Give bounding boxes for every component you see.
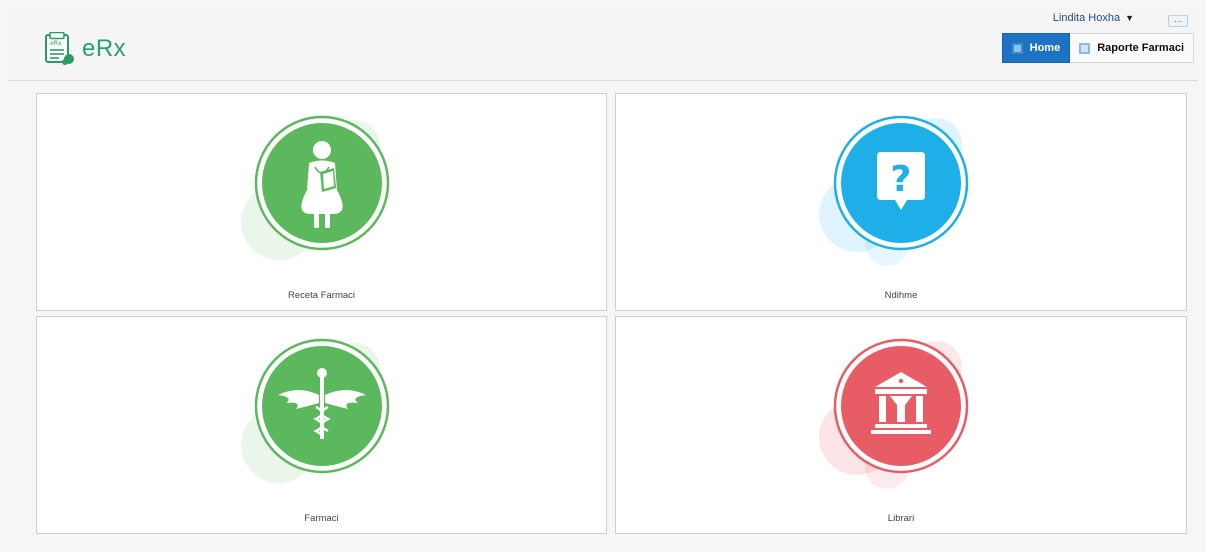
tile-farmaci[interactable]: Farmaci	[36, 316, 607, 534]
user-menu[interactable]: Lindita Hoxha ▼	[1053, 12, 1134, 24]
user-name: Lindita Hoxha	[1052, 12, 1121, 24]
library-building-icon	[819, 338, 969, 489]
pharmacist-icon	[240, 115, 389, 260]
tab-home-label: Home	[1029, 42, 1061, 54]
svg-text:eRx: eRx	[50, 40, 62, 47]
tile-label: Receta Farmaci	[287, 290, 356, 301]
report-tab-icon	[1079, 42, 1091, 54]
help-question-icon: ?	[819, 115, 969, 266]
more-options-button[interactable]: ...	[1168, 15, 1188, 27]
svg-text:?: ?	[891, 159, 912, 200]
app-name: eRx	[82, 35, 127, 62]
tab-raporte-farmaci-label: Raporte Farmaci	[1097, 42, 1184, 54]
caduceus-icon	[240, 338, 389, 483]
caret-down-icon: ▼	[1125, 13, 1134, 23]
app-header: eRx eRx Lindita Hoxha ▼ ... Home Raporte…	[8, 8, 1198, 81]
tile-label: Ndihme	[884, 290, 918, 301]
home-tab-icon	[1011, 42, 1023, 54]
app-logo[interactable]: eRx eRx	[44, 32, 126, 66]
tab-raporte-farmaci[interactable]: Raporte Farmaci	[1070, 33, 1194, 63]
erx-logo-icon: eRx	[45, 32, 74, 65]
tile-receta-farmaci[interactable]: Receta Farmaci	[36, 93, 607, 311]
tile-librari[interactable]: Librari	[615, 316, 1187, 534]
tile-label: Librari	[887, 513, 915, 524]
nav-tabs: Home Raporte Farmaci	[1001, 33, 1194, 63]
tab-home[interactable]: Home	[1001, 33, 1071, 63]
page: eRx eRx Lindita Hoxha ▼ ... Home Raporte…	[0, 0, 1206, 552]
tile-label: Farmaci	[304, 513, 339, 524]
tile-ndihme[interactable]: ? Ndihme	[615, 93, 1187, 311]
